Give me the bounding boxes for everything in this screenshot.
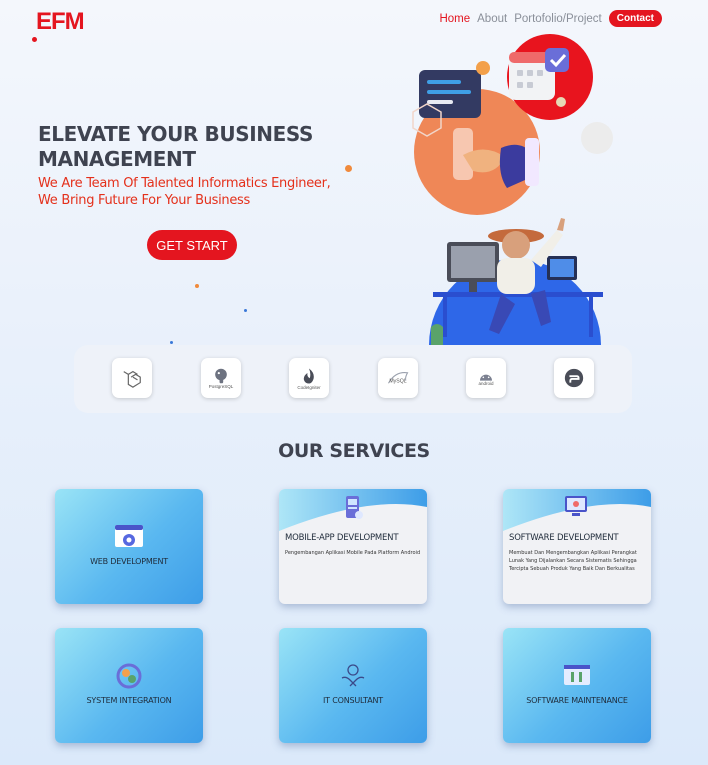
decor-dot — [345, 165, 352, 172]
android-caption: android — [478, 380, 494, 386]
main-nav: Home About Portofolio/Project Contact — [439, 10, 662, 27]
decor-dot — [244, 309, 247, 312]
codeigniter-caption: CodeIgniter — [297, 384, 321, 390]
decor-dot — [170, 341, 173, 344]
hero-subtitle: We Are Team Of Talented Informatics Engi… — [38, 176, 331, 208]
mysql-caption: MySQL — [389, 378, 406, 384]
nav-about[interactable]: About — [477, 13, 507, 25]
hero-illustration — [412, 34, 613, 345]
postgresql-caption: PostgreSQL — [208, 383, 234, 389]
hero-title: ELEVATE YOUR BUSINESS MANAGEMENT — [38, 122, 313, 171]
get-start-button[interactable]: GET START — [147, 230, 237, 260]
tech-stack-bar: PostgreSQL CodeIgniter MySQL android — [74, 345, 632, 413]
android-icon: android — [466, 358, 506, 398]
service-card-software-development[interactable]: SOFTWARE DEVELOPMENT Membuat Dan Mengemb… — [503, 489, 651, 604]
service-description: Membuat Dan Mengembangkan Aplikasi Peran… — [509, 550, 637, 572]
python-icon — [554, 358, 594, 398]
service-label: SYSTEM INTEGRATION — [86, 696, 172, 705]
service-card-web-development[interactable]: WEB DEVELOPMENT — [55, 489, 203, 604]
decor-dot — [195, 284, 199, 288]
nav-home[interactable]: Home — [439, 13, 470, 25]
service-card-mobile-app[interactable]: MOBILE-APP DEVELOPMENT Pengembangan Apli… — [279, 489, 427, 604]
service-label: SOFTWARE MAINTENANCE — [526, 696, 628, 705]
web-development-icon — [115, 525, 143, 547]
service-label: MOBILE-APP DEVELOPMENT — [285, 533, 399, 543]
services-title: OUR SERVICES — [278, 440, 430, 462]
nav-portfolio[interactable]: Portofolio/Project — [514, 13, 602, 25]
contact-button[interactable]: Contact — [608, 10, 662, 27]
system-integration-icon — [116, 663, 142, 689]
service-description: Pengembangan Aplikasi Mobile Pada Platfo… — [285, 550, 421, 556]
logo-dot — [32, 37, 37, 42]
service-label: WEB DEVELOPMENT — [90, 557, 168, 566]
it-consultant-icon — [341, 664, 365, 687]
service-card-software-maintenance[interactable]: SOFTWARE MAINTENANCE — [503, 628, 651, 743]
software-maintenance-icon — [564, 665, 590, 685]
laravel-icon — [112, 358, 152, 398]
service-card-it-consultant[interactable]: IT CONSULTANT — [279, 628, 427, 743]
mysql-icon: MySQL — [378, 358, 418, 398]
logo[interactable]: EFM — [36, 8, 85, 36]
codeigniter-icon: CodeIgniter — [289, 358, 329, 398]
service-card-system-integration[interactable]: SYSTEM INTEGRATION — [55, 628, 203, 743]
service-label: IT CONSULTANT — [323, 696, 383, 705]
software-development-icon — [565, 496, 587, 516]
mobile-app-icon — [346, 496, 363, 519]
service-label: SOFTWARE DEVELOPMENT — [509, 533, 619, 543]
postgresql-icon: PostgreSQL — [201, 358, 241, 398]
